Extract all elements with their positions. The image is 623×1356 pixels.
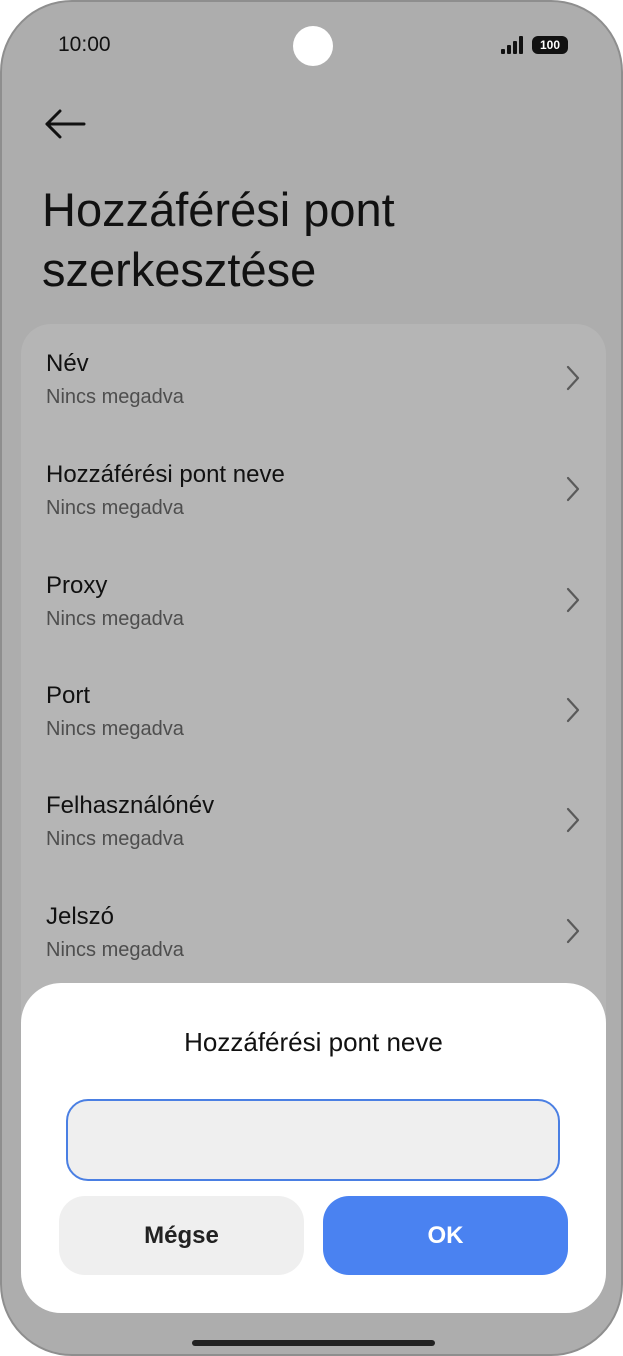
back-button[interactable] [42,102,90,146]
chevron-right-icon [566,807,580,833]
signal-icon [501,36,523,54]
list-item-label: Port [46,682,91,709]
battery-level: 100 [539,38,561,52]
chevron-right-icon [566,587,580,613]
list-item-value: Nincs megadva [46,939,184,961]
list-item-apn[interactable]: Hozzáférési pont neve Nincs megadva [21,435,606,545]
list-item-value: Nincs megadva [46,828,184,850]
chevron-right-icon [566,697,580,723]
status-bar: 10:00 100 [2,2,621,92]
list-item-username[interactable]: Felhasználónév Nincs megadva [21,766,606,876]
page-title: Hozzáférési pont szerkesztése [42,183,395,296]
list-item-label: Felhasználónév [46,792,215,819]
list-item-label: Név [46,350,89,377]
list-item-value: Nincs megadva [46,386,184,408]
list-item-value: Nincs megadva [46,718,184,740]
phone-screen: 10:00 100 Hozzáférési pont szerkesztése … [0,0,623,1356]
home-indicator[interactable] [192,1340,435,1346]
chevron-right-icon [566,476,580,502]
status-time: 10:00 [58,33,111,56]
dialog-title: Hozzáférési pont neve [184,1027,443,1057]
chevron-right-icon [566,365,580,391]
ok-button[interactable]: OK [323,1196,568,1275]
list-item-proxy[interactable]: Proxy Nincs megadva [21,546,606,656]
chevron-right-icon [566,918,580,944]
apn-name-input[interactable] [66,1099,560,1181]
battery-icon: 100 [532,36,568,54]
list-item-password[interactable]: Jelszó Nincs megadva [21,877,606,987]
list-item-value: Nincs megadva [46,608,184,630]
list-item-label: Jelszó [46,903,115,930]
apn-name-dialog: Hozzáférési pont neve Mégse OK [21,983,606,1313]
list-item-label: Proxy [46,572,108,599]
front-camera [293,26,333,66]
settings-list: Név Nincs megadva Hozzáférési pont neve … [21,324,606,1084]
list-item-value: Nincs megadva [46,497,184,519]
list-item-nev[interactable]: Név Nincs megadva [21,324,606,434]
list-item-label: Hozzáférési pont neve [46,461,285,488]
arrow-left-icon [45,109,86,139]
list-item-port[interactable]: Port Nincs megadva [21,656,606,766]
cancel-button[interactable]: Mégse [59,1196,304,1275]
